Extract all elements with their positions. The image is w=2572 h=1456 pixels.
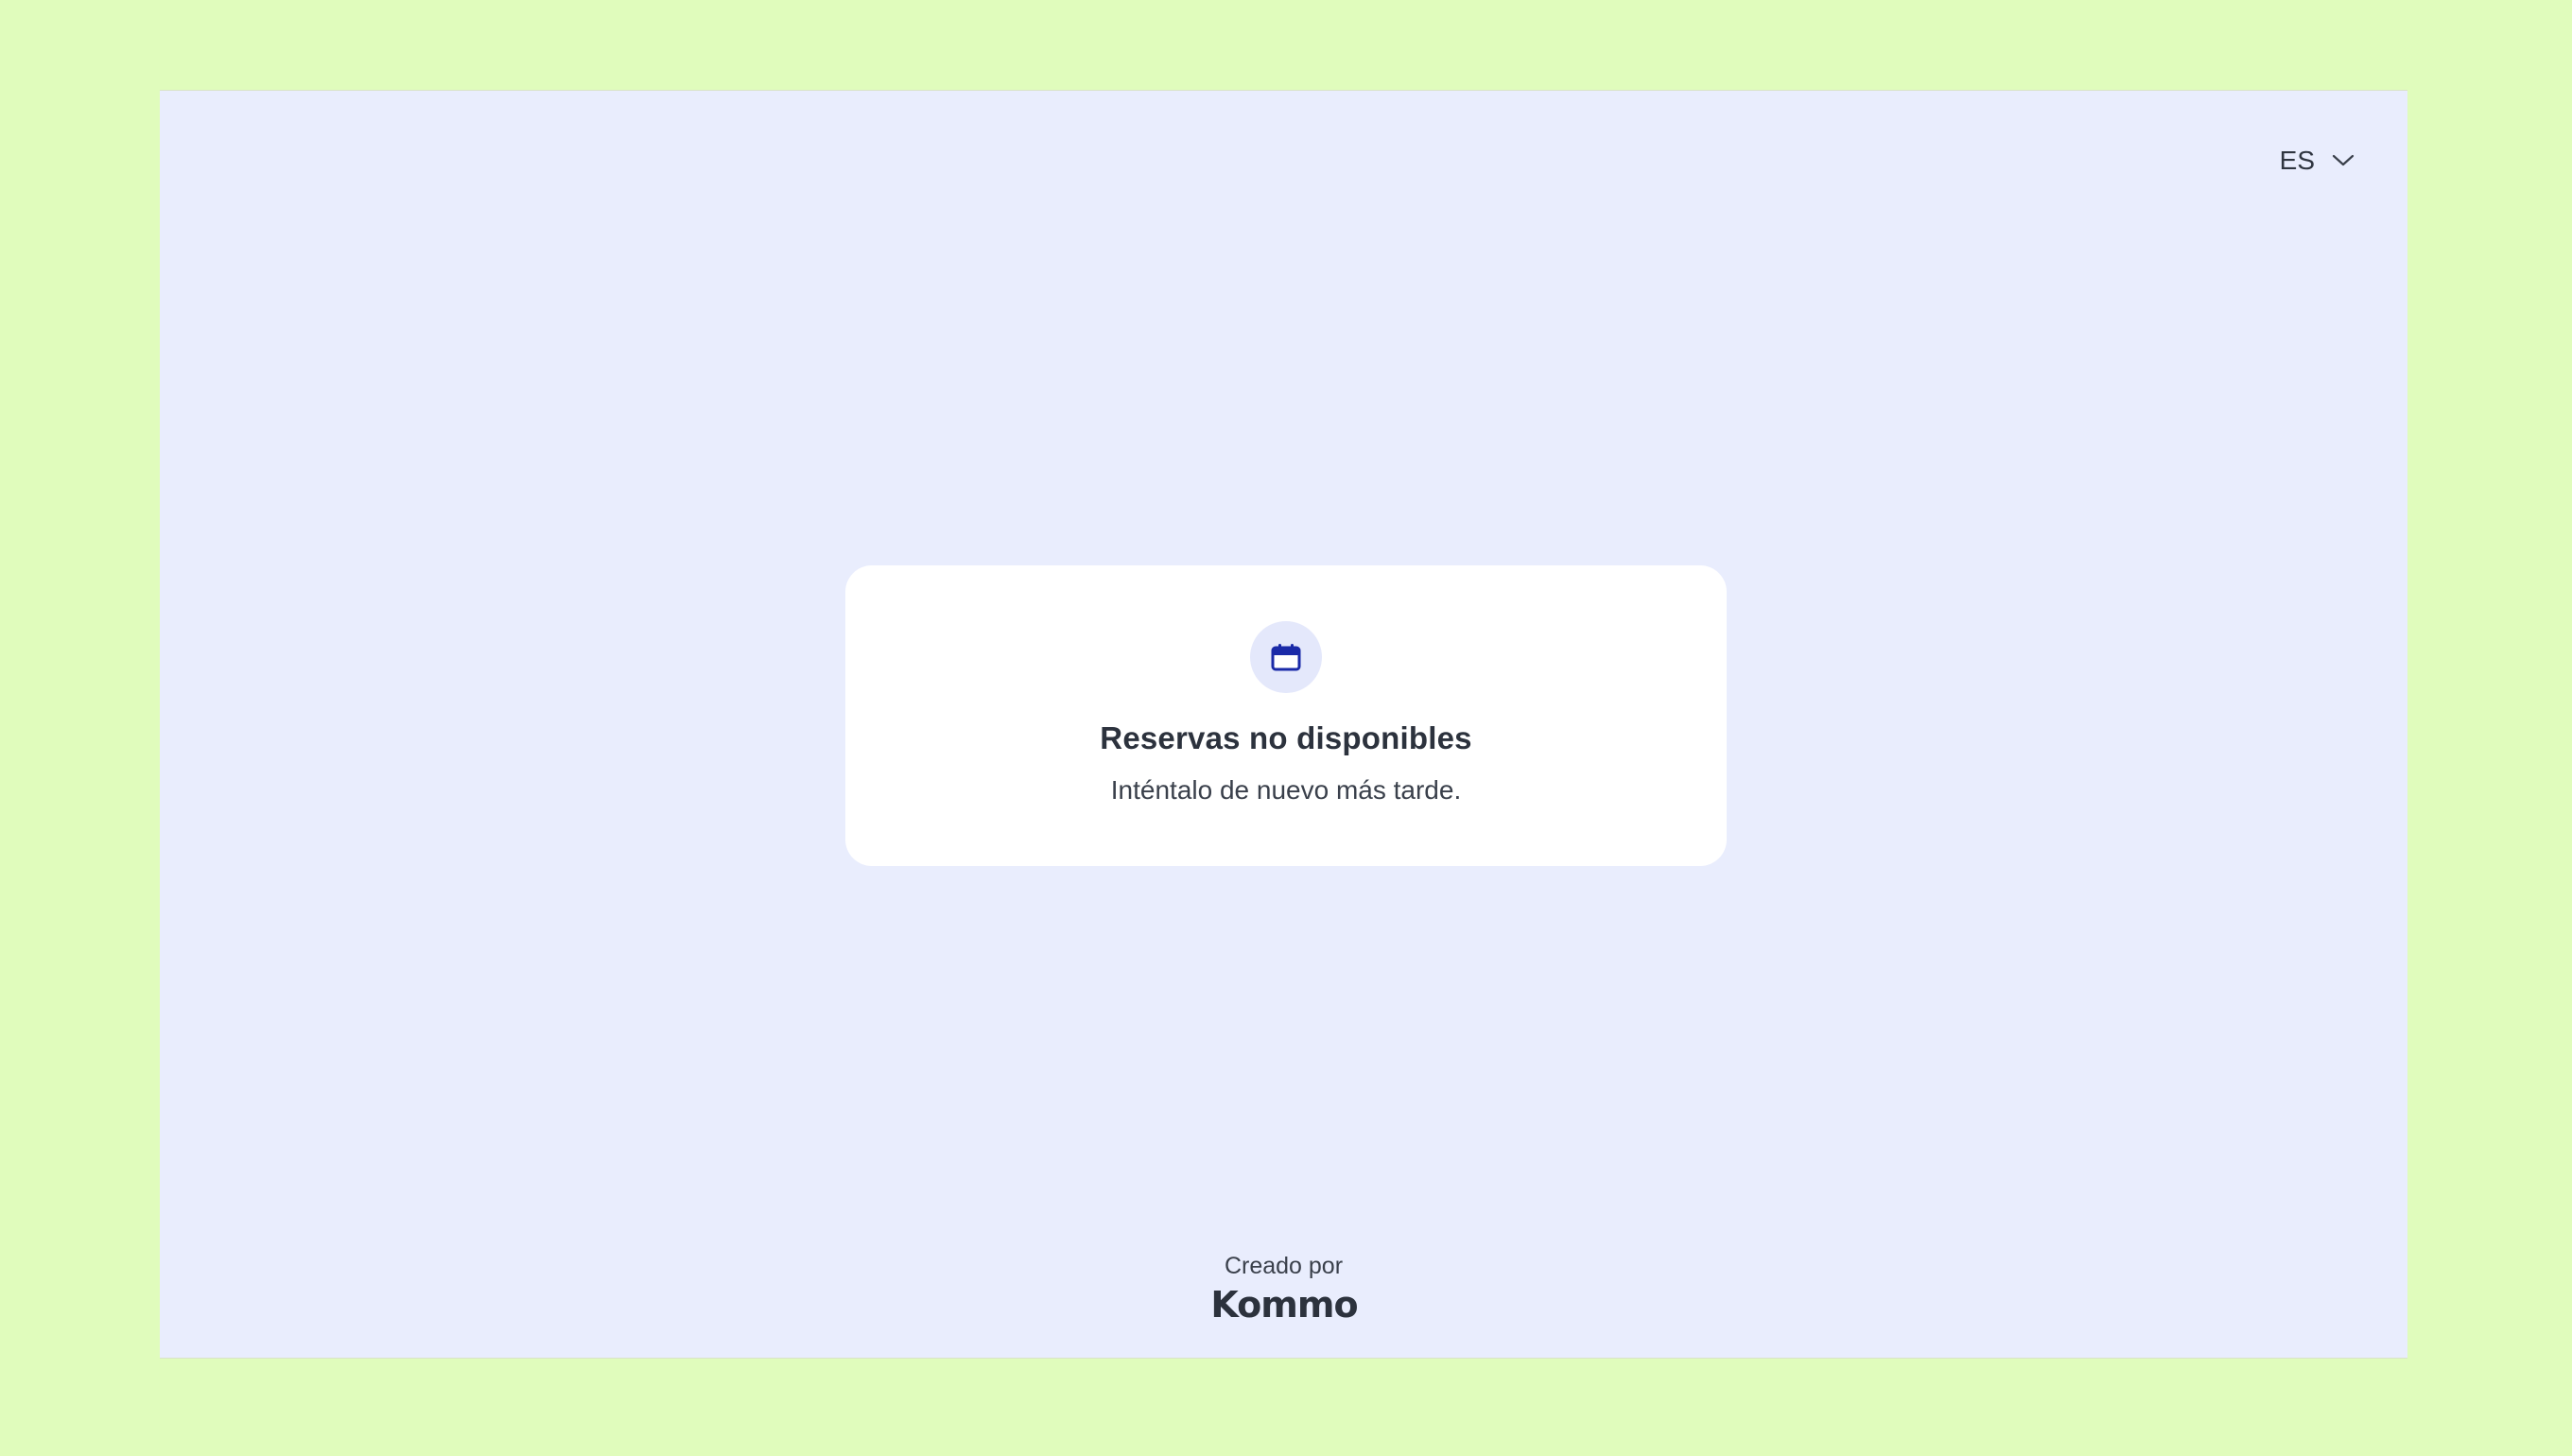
calendar-icon (1271, 644, 1301, 671)
language-selector[interactable]: ES (2280, 146, 2355, 176)
card-title: Reservas no disponibles (1100, 720, 1472, 755)
card-message: Inténtalo de nuevo más tarde. (1110, 775, 1462, 805)
calendar-icon-badge (1250, 621, 1322, 693)
kommo-logo-mark: Kommo (1210, 1284, 1358, 1326)
kommo-logo-text: Kommo (1210, 1286, 1357, 1324)
language-value: ES (2279, 146, 2315, 175)
created-by-label: Creado por (1224, 1253, 1344, 1279)
kommo-logo[interactable]: Kommo (1208, 1284, 1361, 1328)
booking-page: ES Reservas no disponibles Inténtalo de … (160, 90, 2407, 1359)
chevron-down-icon (2332, 154, 2355, 166)
footer: Creado por Kommo (160, 1252, 2407, 1328)
unavailable-card: Reservas no disponibles Inténtalo de nue… (845, 565, 1727, 866)
